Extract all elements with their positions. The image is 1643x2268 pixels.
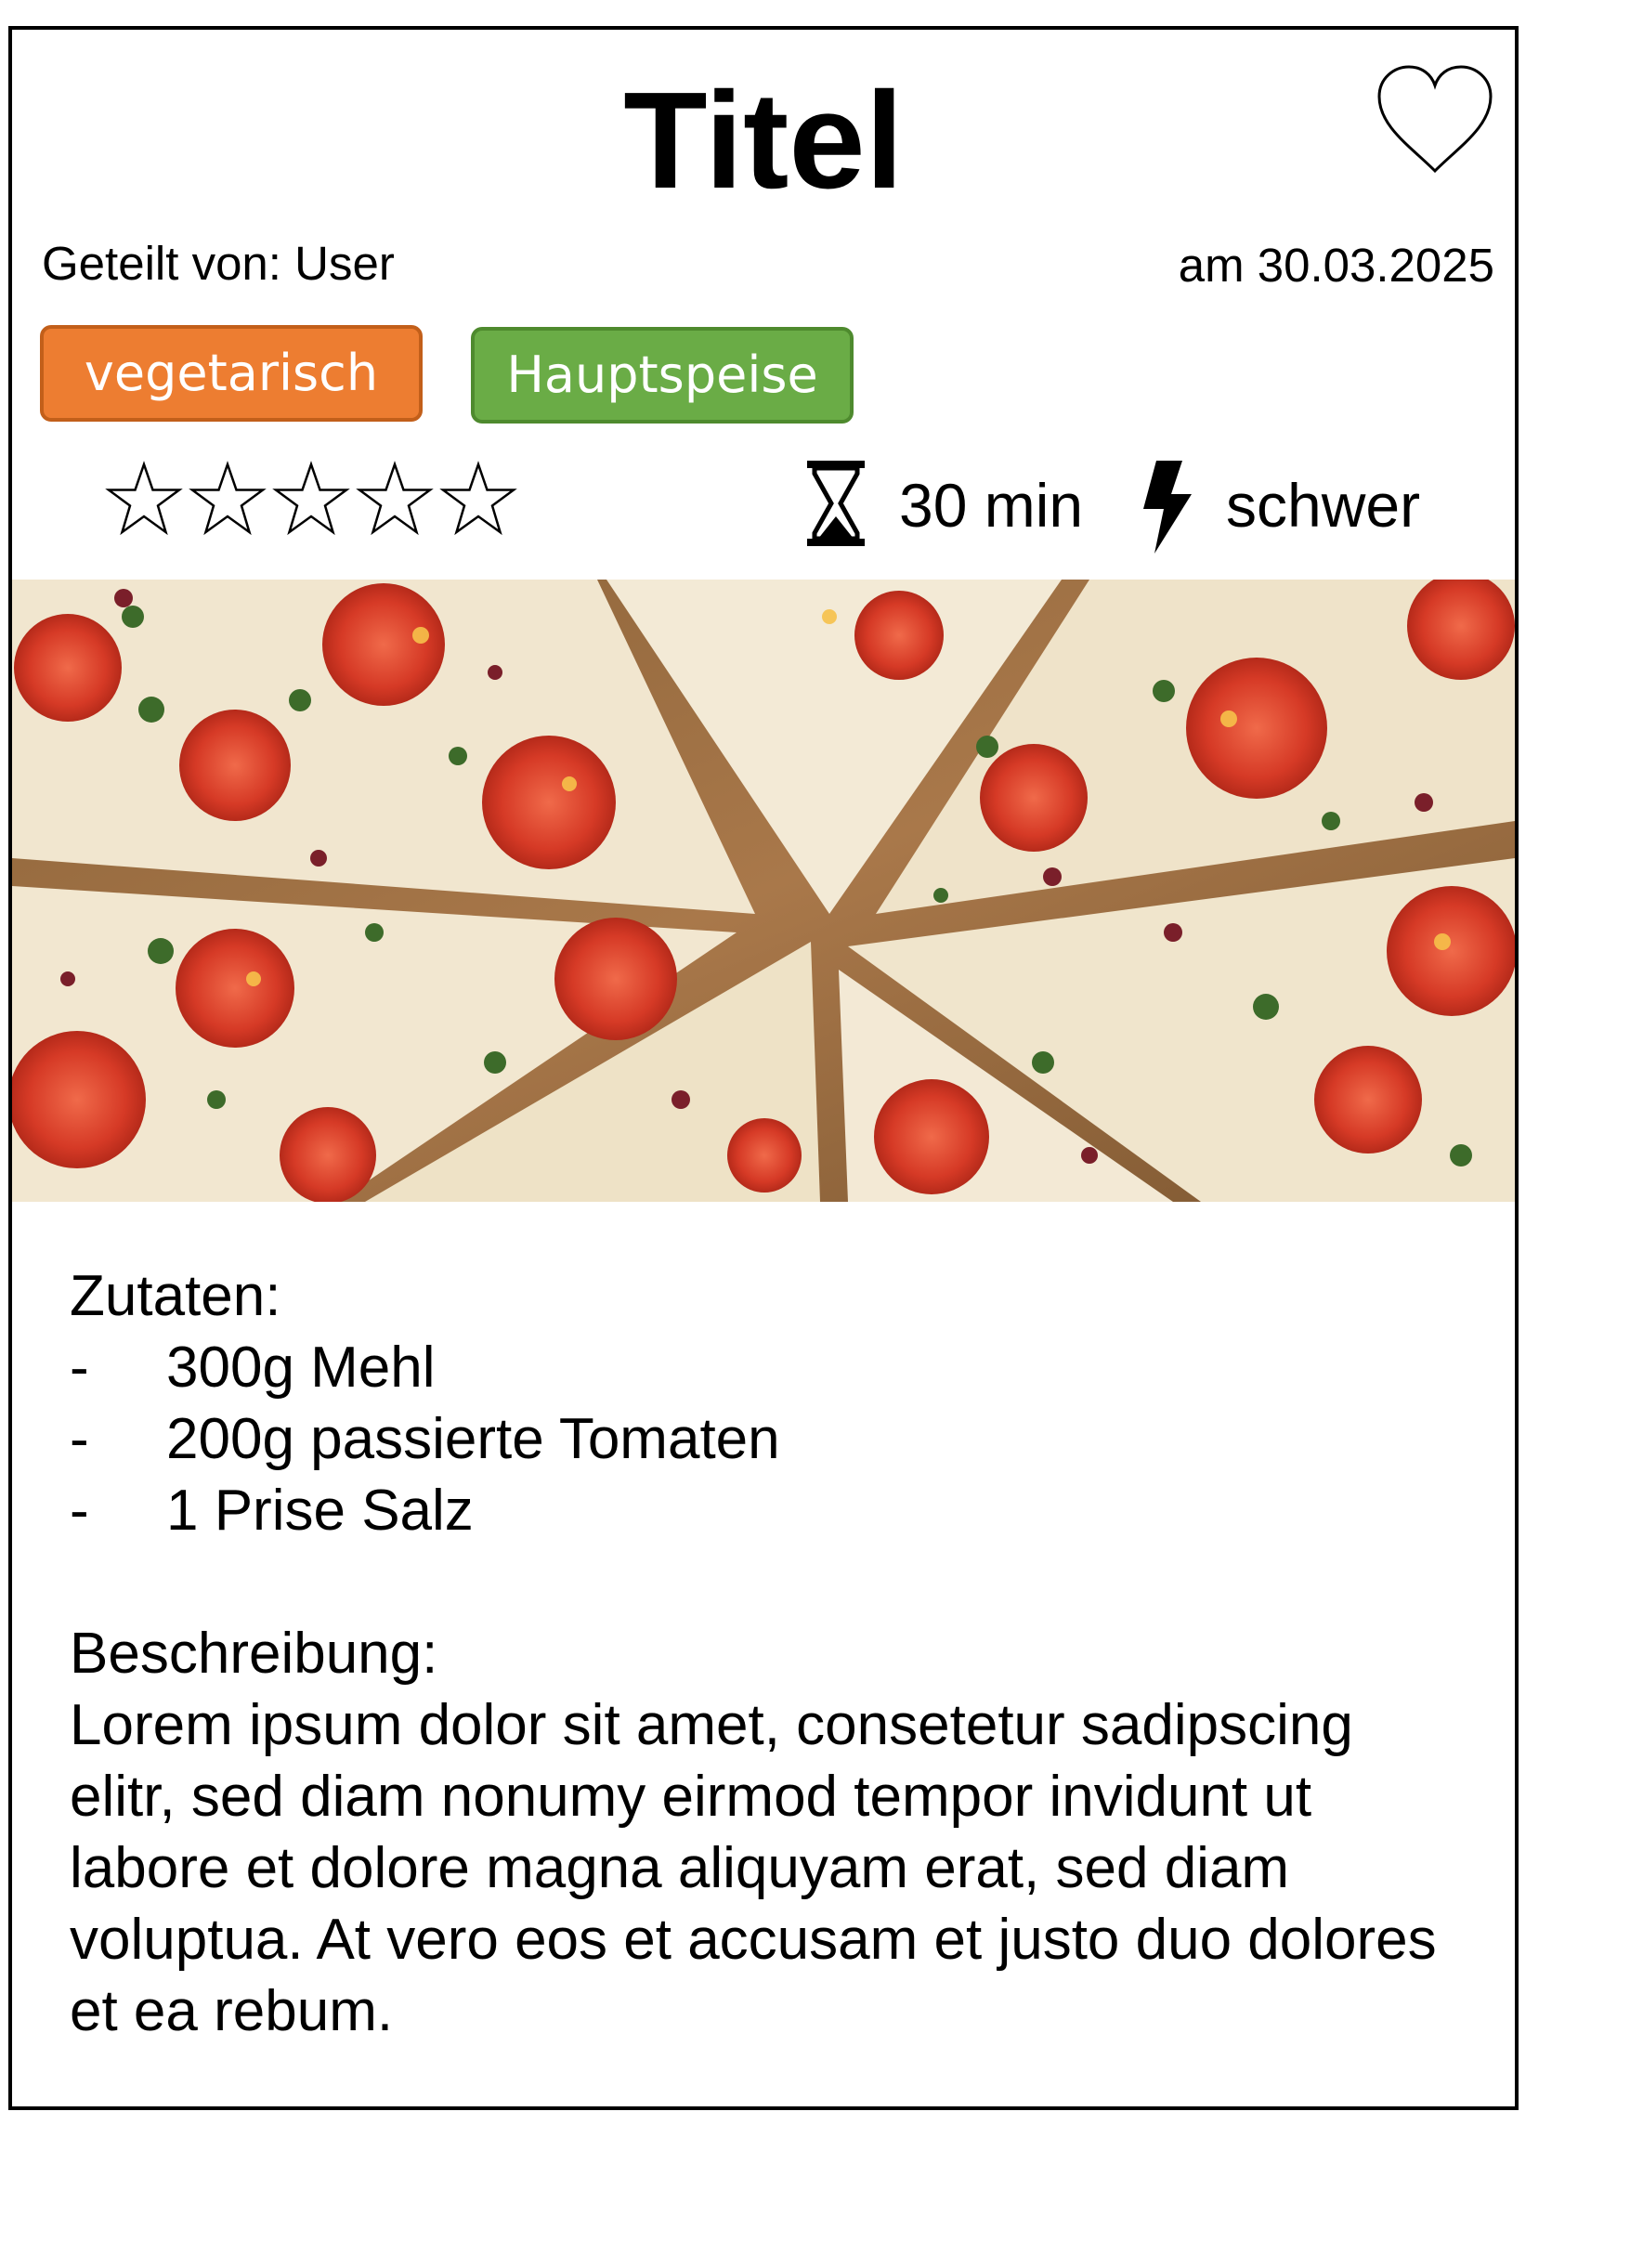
star-icon[interactable] bbox=[439, 461, 517, 539]
star-icon[interactable] bbox=[189, 461, 267, 539]
prep-time: 30 min bbox=[899, 471, 1084, 540]
bullet: - bbox=[70, 1479, 89, 1543]
ingredient-item: - 200g passierte Tomaten bbox=[70, 1403, 1463, 1475]
ingredients-heading: Zutaten: bbox=[70, 1264, 281, 1328]
shared-by: Geteilt von: User bbox=[42, 237, 395, 290]
description-heading: Beschreibung: bbox=[70, 1622, 438, 1686]
recipe-image bbox=[12, 580, 1515, 1202]
description-text: Lorem ipsum dolor sit amet, consetetur s… bbox=[70, 1693, 1437, 2043]
share-date: am 30.03.2025 bbox=[1178, 239, 1494, 292]
lightning-bolt-icon bbox=[1143, 461, 1192, 554]
star-icon[interactable] bbox=[356, 461, 434, 539]
star-icon[interactable] bbox=[105, 461, 183, 539]
ingredient-item: - 300g Mehl bbox=[70, 1332, 1463, 1403]
recipe-title: Titel bbox=[623, 64, 904, 217]
star-rating[interactable] bbox=[105, 461, 517, 539]
hourglass-icon bbox=[807, 461, 865, 546]
tag-main-course[interactable]: Hauptspeise bbox=[471, 327, 854, 424]
ingredient-text: 200g passierte Tomaten bbox=[166, 1407, 780, 1471]
tag-vegetarian[interactable]: vegetarisch bbox=[40, 325, 423, 422]
difficulty: schwer bbox=[1226, 471, 1421, 540]
heart-icon[interactable] bbox=[1374, 61, 1496, 180]
bullet: - bbox=[70, 1407, 89, 1471]
bullet: - bbox=[70, 1336, 89, 1400]
ingredient-item: - 1 Prise Salz bbox=[70, 1475, 1463, 1546]
ingredient-text: 1 Prise Salz bbox=[166, 1479, 474, 1543]
star-icon[interactable] bbox=[272, 461, 350, 539]
recipe-content: Zutaten: - 300g Mehl - 200g passierte To… bbox=[70, 1260, 1463, 2047]
ingredient-text: 300g Mehl bbox=[166, 1336, 436, 1400]
recipe-card: Titel Geteilt von: User am 30.03.2025 ve… bbox=[8, 26, 1519, 2110]
